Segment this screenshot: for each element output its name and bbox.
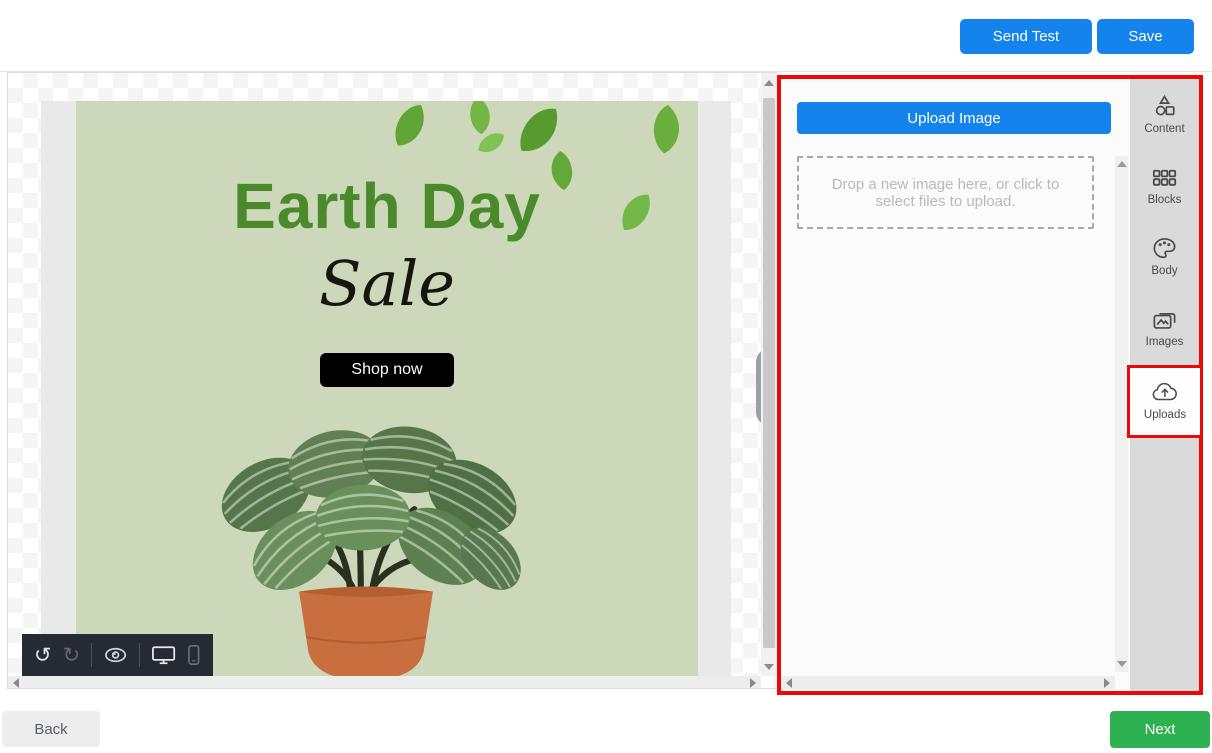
panel-horizontal-scrollbar[interactable]: [781, 676, 1115, 689]
next-button[interactable]: Next: [1110, 711, 1210, 748]
uploads-panel-content: Upload Image Drop a new image here, or c…: [781, 79, 1130, 691]
potted-plant-image: [196, 413, 536, 689]
preview-eye-icon[interactable]: [103, 645, 128, 665]
sidebar-item-content[interactable]: Content: [1130, 89, 1199, 153]
undo-icon[interactable]: ↺: [34, 645, 52, 666]
mobile-icon[interactable]: [187, 644, 201, 666]
headline-text: Earth Day: [76, 169, 698, 243]
email-design-image[interactable]: Earth Day Sale Shop now: [76, 101, 698, 689]
email-builder-window: Send Test Save Earth Day: [0, 0, 1212, 753]
save-button[interactable]: Save: [1097, 19, 1194, 54]
email-outer-background: Earth Day Sale Shop now: [41, 101, 731, 689]
sidebar-item-uploads-active[interactable]: Uploads: [1127, 365, 1203, 438]
upload-image-button[interactable]: Upload Image: [797, 102, 1111, 134]
sidebar-item-label: Blocks: [1130, 194, 1199, 206]
preview-toolbar: ↺ ↻: [22, 634, 213, 676]
email-preview-canvas: Earth Day Sale Shop now: [7, 72, 777, 689]
scroll-right-arrow[interactable]: [750, 678, 756, 688]
palette-icon: [1151, 235, 1178, 262]
blocks-grid-icon: [1151, 164, 1178, 191]
sidebar-item-blocks[interactable]: Blocks: [1130, 160, 1199, 224]
toolbar-divider: [139, 643, 140, 667]
scroll-down-arrow[interactable]: [1117, 661, 1127, 667]
sidebar-item-label: Uploads: [1130, 409, 1200, 421]
redo-icon[interactable]: ↻: [63, 645, 81, 666]
sidebar-item-label: Images: [1130, 336, 1199, 348]
sidebar-item-images[interactable]: Images: [1130, 302, 1199, 366]
sidebar-item-label: Content: [1130, 123, 1199, 135]
shop-now-button[interactable]: Shop now: [320, 353, 454, 387]
header-bar: Send Test Save: [0, 0, 1212, 72]
scroll-up-arrow[interactable]: [764, 80, 774, 86]
sidebar-item-label: Body: [1130, 265, 1199, 277]
image-dropzone[interactable]: Drop a new image here, or click to selec…: [797, 156, 1094, 229]
uploads-panel-highlighted: Upload Image Drop a new image here, or c…: [777, 75, 1203, 695]
send-test-button[interactable]: Send Test: [960, 19, 1092, 54]
cloud-upload-icon: [1148, 379, 1182, 406]
scrollbar-thumb[interactable]: [763, 98, 775, 648]
scroll-left-arrow[interactable]: [13, 678, 19, 688]
scroll-down-arrow[interactable]: [764, 664, 774, 670]
images-icon: [1151, 306, 1178, 333]
dropzone-text: Drop a new image here, or click to selec…: [825, 176, 1066, 210]
canvas-vertical-scrollbar[interactable]: [761, 73, 777, 676]
desktop-icon[interactable]: [151, 644, 176, 666]
script-sale-text: Sale: [76, 247, 698, 320]
scroll-right-arrow[interactable]: [1104, 678, 1110, 688]
scroll-left-arrow[interactable]: [786, 678, 792, 688]
sidebar-item-body[interactable]: Body: [1130, 231, 1199, 295]
toolbar-divider: [91, 643, 92, 667]
shapes-icon: [1151, 93, 1178, 120]
back-button[interactable]: Back: [2, 711, 100, 747]
scroll-up-arrow[interactable]: [1117, 161, 1127, 167]
canvas-horizontal-scrollbar[interactable]: [8, 676, 761, 689]
